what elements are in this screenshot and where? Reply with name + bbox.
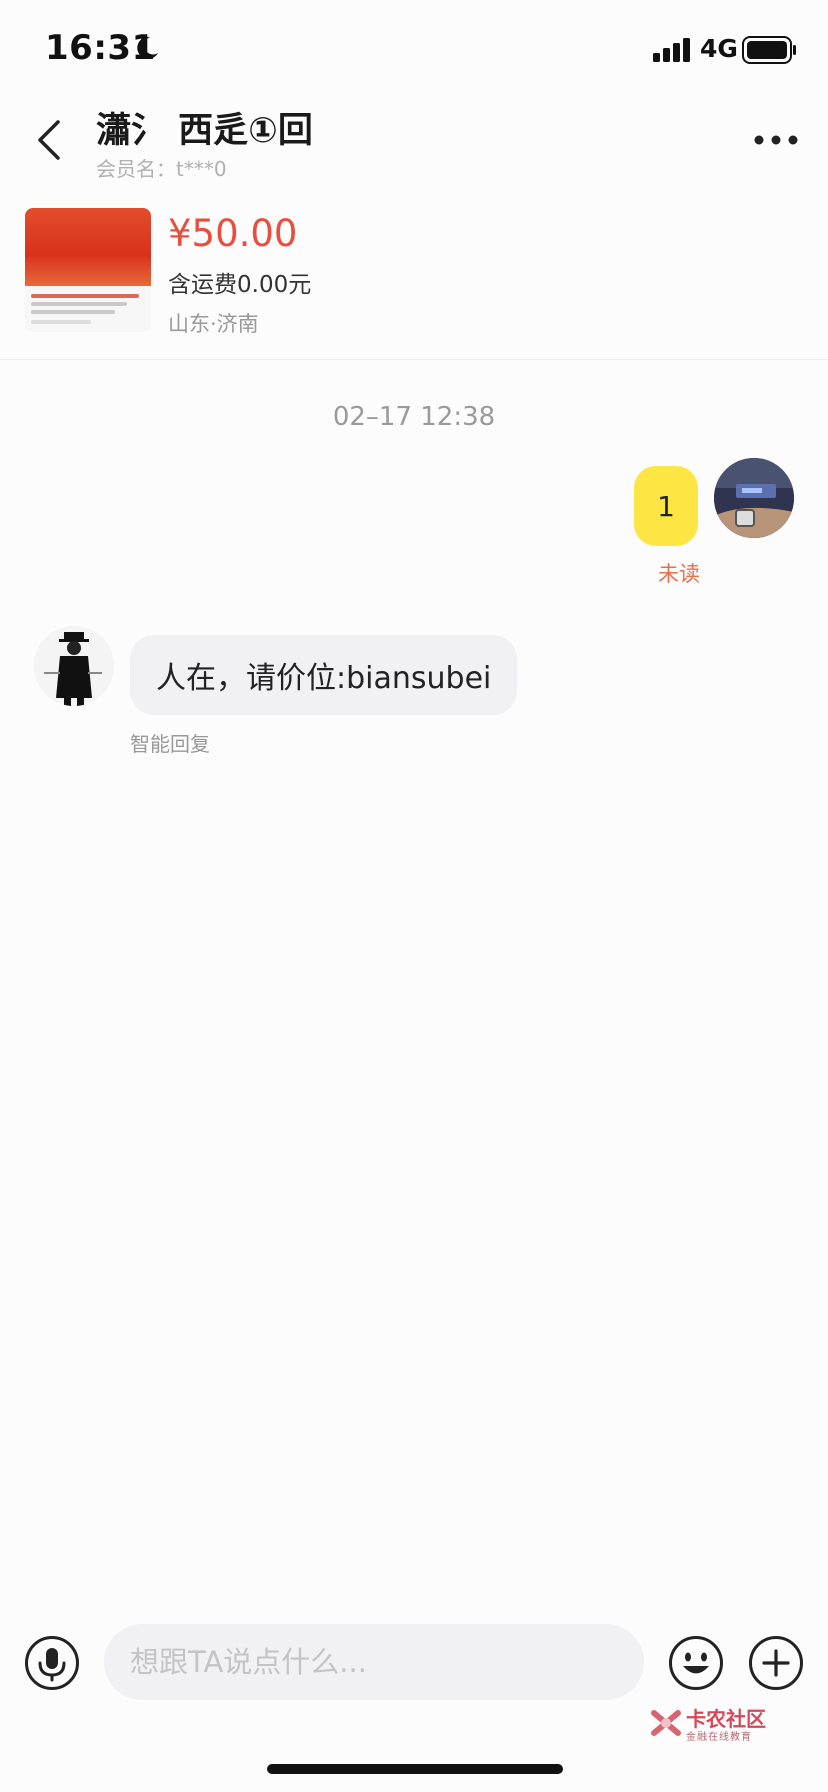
product-location: 山东·济南	[168, 312, 259, 336]
chevron-left-icon[interactable]	[32, 118, 68, 162]
auto-reply-label: 智能回复	[130, 732, 210, 756]
network-type: 4G	[700, 34, 738, 63]
more-dots-icon[interactable]	[752, 130, 800, 150]
shipping-fee: 含运费0.00元	[168, 272, 312, 298]
thumbnail-banner	[25, 208, 151, 286]
unread-status: 未读	[658, 562, 700, 586]
contact-message-bubble[interactable]: 人在，请价位:biansubei	[130, 635, 518, 715]
chat-title: 瀟氵 西辵①回	[96, 111, 313, 151]
watermark-logo-icon	[651, 1710, 681, 1736]
cellular-signal-icon	[653, 38, 690, 62]
emoji-smile-icon[interactable]	[668, 1635, 724, 1691]
battery-icon	[742, 36, 796, 64]
home-indicator	[267, 1764, 563, 1774]
header-divider	[0, 359, 828, 360]
my-avatar[interactable]	[714, 458, 794, 538]
message-timestamp: 02–17 12:38	[332, 402, 496, 432]
member-name: 会员名：t***0	[96, 157, 227, 181]
moon-icon	[137, 36, 158, 59]
watermark-subtitle: 金融在线教育	[686, 1732, 752, 1743]
product-price: ¥50.00	[168, 212, 298, 255]
contact-avatar[interactable]	[34, 626, 114, 706]
thumbnail-text-area	[25, 286, 151, 332]
microphone-icon[interactable]	[24, 1635, 80, 1691]
my-message-bubble[interactable]: 1	[634, 466, 698, 546]
message-input[interactable]	[104, 1624, 644, 1700]
plus-circle-icon[interactable]	[748, 1635, 804, 1691]
product-thumbnail[interactable]	[25, 208, 151, 332]
